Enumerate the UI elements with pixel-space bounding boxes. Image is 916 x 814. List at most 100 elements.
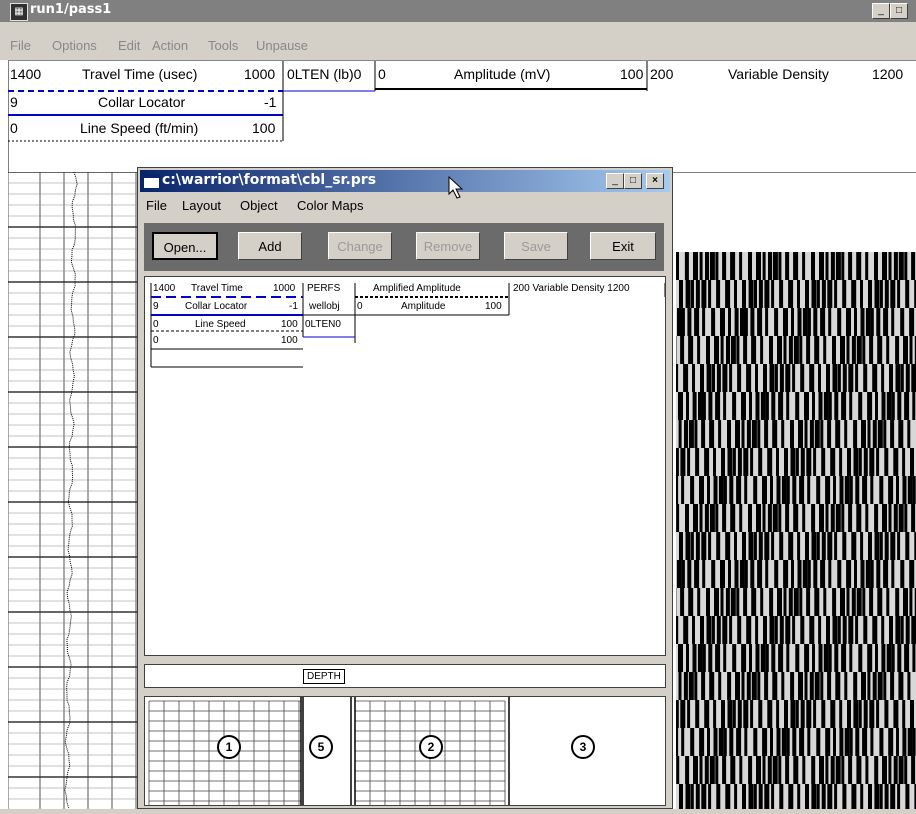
dialog-close-button[interactable]: × [646,173,664,189]
vd-stripe [680,700,685,728]
menu-edit[interactable]: Edit [118,38,140,53]
vd-stripe [905,784,909,809]
save-button[interactable]: Save [504,232,568,260]
vd-stripe [756,392,760,420]
vd-stripe [847,448,851,476]
vd-stripe [886,588,889,616]
vd-stripe [896,728,899,756]
track-layout-panel[interactable]: 1 5 2 3 [144,696,666,806]
dialog-maximize-button[interactable]: □ [624,173,642,189]
vd-stripe [763,756,766,784]
exit-button[interactable]: Exit [590,232,656,260]
vd-stripe [771,784,774,809]
minimize-button[interactable]: _ [872,3,890,19]
dialog-menu-object[interactable]: Object [240,198,278,213]
vd-stripe [829,392,832,420]
layout-preview[interactable]: 1400 Travel Time 1000 PERFS Amplified Am… [144,276,666,656]
vd-stripe [871,560,874,588]
vd-stripe [741,392,746,420]
vd-stripe [681,476,684,504]
vd-stripe [676,504,679,532]
vd-stripe [676,364,678,392]
main-title-bar[interactable]: ▦ run1/pass1 _ □ [0,0,916,22]
menu-unpause[interactable]: Unpause [256,38,308,53]
layout-perfs: PERFS [307,283,340,294]
vd-stripe [796,700,799,728]
menu-action[interactable]: Action [152,38,188,53]
add-button[interactable]: Add [238,232,302,260]
dialog-minimize-button[interactable]: _ [606,173,624,189]
vd-stripe [827,420,831,448]
vd-stripe [792,476,796,504]
vd-stripe [706,336,710,364]
menu-options[interactable]: Options [52,38,97,53]
open-button[interactable]: Open... [152,232,218,260]
main-menu-bar: File Options Edit Action Tools Unpause [0,22,916,60]
vd-stripe [696,532,700,560]
vd-stripe [775,364,778,392]
dialog-title-bar[interactable]: c:\warrior\format\cbl_sr.prs _ □ × [140,170,670,192]
vd-stripe [789,336,793,364]
menu-tools[interactable]: Tools [208,38,238,53]
vd-stripe [730,252,735,280]
vd-stripe [749,644,752,672]
vd-stripe [677,308,682,336]
vd-stripe [871,308,874,336]
vd-stripe [732,392,736,420]
vd-stripe [805,672,808,700]
vd-stripe [830,700,835,728]
dialog-menu-layout[interactable]: Layout [182,198,221,213]
vd-stripe [890,784,895,809]
menu-file[interactable]: File [10,38,31,53]
track-number-5[interactable]: 5 [309,735,333,759]
vd-stripe [866,308,871,336]
vd-stripe [796,448,799,476]
vd-stripe [685,252,689,280]
track-number-2[interactable]: 2 [419,735,443,759]
vd-stripe [812,280,817,308]
vd-stripe [716,280,720,308]
vd-stripe [854,448,859,476]
vd-stripe [683,616,688,644]
vd-stripe [696,280,700,308]
vd-stripe [808,308,811,336]
vd-stripe [842,784,846,809]
vd-stripe [737,616,741,644]
vd-stripe [911,756,915,784]
collar-locator-label: Collar Locator [98,94,185,110]
remove-button[interactable]: Remove [416,232,480,260]
vd-stripe [790,420,794,448]
vd-stripe [720,308,725,336]
dialog-menu-file[interactable]: File [146,198,167,213]
vd-stripe [764,672,768,700]
vd-stripe [684,672,688,700]
restore-button[interactable]: □ [890,3,908,19]
vd-stripe [798,560,802,588]
vd-stripe [821,700,825,728]
vd-stripe [856,504,861,532]
depth-track-bar[interactable]: DEPTH [144,664,666,688]
vd-stripe [721,700,725,728]
vd-stripe [676,252,679,280]
grid-app-icon[interactable]: ▦ [10,3,28,21]
track-number-1[interactable]: 1 [217,735,241,759]
vd-stripe [776,700,779,728]
vd-stripe [822,280,826,308]
vd-stripe [777,336,782,364]
vd-stripe [718,420,721,448]
change-button[interactable]: Change [328,232,392,260]
vd-stripe [739,252,742,280]
vd-stripe [822,532,826,560]
vd-stripe [749,280,754,308]
dialog-menu-color-maps[interactable]: Color Maps [297,198,363,213]
vd-stripe [876,448,879,476]
vd-stripe [710,756,715,784]
vd-stripe [693,252,698,280]
window-icon [143,174,160,189]
vd-stripe [896,364,901,392]
vd-stripe [898,672,903,700]
vd-stripe [727,672,731,700]
vd-stripe [847,588,850,616]
track-number-3[interactable]: 3 [571,735,595,759]
vd-stripe [904,392,909,420]
